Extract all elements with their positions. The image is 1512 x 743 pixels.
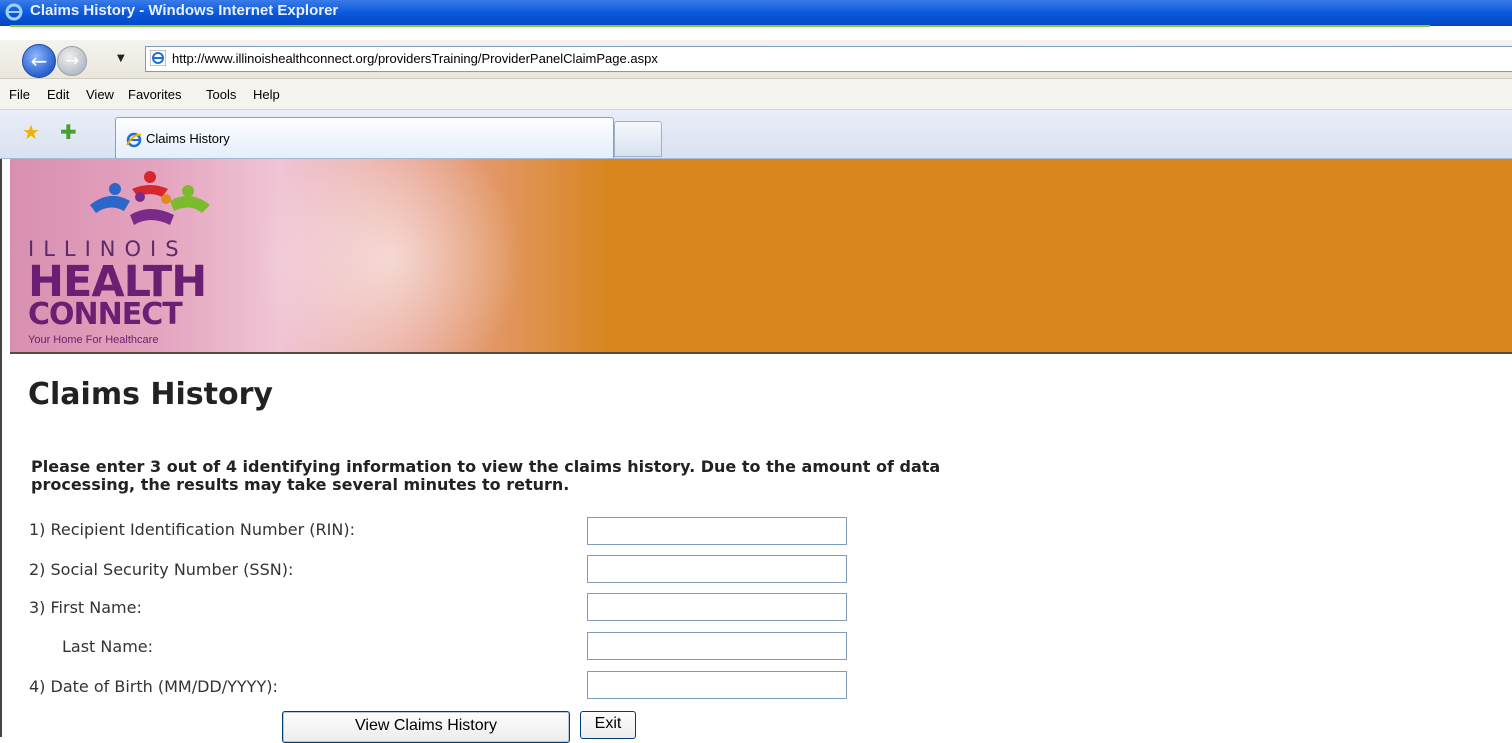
forward-arrow-icon: →	[64, 50, 80, 71]
page-title: Claims History	[28, 377, 273, 412]
ssn-input[interactable]	[587, 555, 847, 583]
navigation-bar: ← → ▼ http://www.illinoishealthconnect.o…	[0, 40, 1512, 79]
decorative-line	[10, 25, 1430, 27]
back-button[interactable]: ←	[22, 44, 56, 78]
menu-view[interactable]: View	[86, 87, 114, 102]
internet-explorer-icon	[4, 2, 24, 26]
menu-bar: File Edit View Favorites Tools Help	[0, 79, 1512, 110]
instructions-text: Please enter 3 out of 4 identifying info…	[31, 457, 941, 494]
rin-input[interactable]	[587, 517, 847, 545]
first-name-input[interactable]	[587, 593, 847, 621]
window-title: Claims History - Windows Internet Explor…	[30, 2, 339, 19]
last-name-label: Last Name:	[62, 637, 154, 656]
favorites-star-icon[interactable]: ★	[22, 122, 40, 142]
first-name-label: 3) First Name:	[29, 598, 142, 617]
address-bar[interactable]: http://www.illinoishealthconnect.org/pro…	[145, 46, 1512, 72]
menu-edit[interactable]: Edit	[47, 87, 69, 102]
forward-button[interactable]: →	[57, 46, 87, 76]
logo-connect-text: CONNECT	[28, 297, 183, 332]
page-ie-icon	[149, 49, 167, 70]
new-tab-button[interactable]	[614, 121, 662, 157]
illinois-health-connect-logo[interactable]: ILLINOIS HEALTH CONNECT Your Home For He…	[28, 167, 238, 347]
tab-label: Claims History	[146, 131, 230, 146]
menu-help[interactable]: Help	[253, 87, 280, 102]
back-arrow-icon: ←	[30, 49, 48, 73]
menu-tools[interactable]: Tools	[206, 87, 236, 102]
logo-people-icon	[90, 171, 210, 225]
rin-label: 1) Recipient Identification Number (RIN)…	[29, 520, 355, 539]
last-name-input[interactable]	[587, 632, 847, 660]
history-dropdown-icon[interactable]: ▼	[117, 53, 125, 64]
tab-bar: ★ ✚ Claims History	[0, 110, 1512, 159]
dob-input[interactable]	[587, 671, 847, 699]
logo-tagline: Your Home For Healthcare	[28, 334, 159, 346]
site-banner: ILLINOIS HEALTH CONNECT Your Home For He…	[10, 159, 1512, 354]
window-title-bar: Claims History - Windows Internet Explor…	[0, 0, 1512, 26]
menu-favorites[interactable]: Favorites	[128, 87, 181, 102]
tab-ie-icon	[125, 131, 143, 153]
add-favorites-icon[interactable]: ✚	[60, 122, 77, 142]
tab-claims-history[interactable]: Claims History	[115, 117, 614, 158]
address-url: http://www.illinoishealthconnect.org/pro…	[172, 51, 658, 66]
menu-file[interactable]: File	[9, 87, 30, 102]
exit-button[interactable]: Exit	[580, 711, 636, 739]
banner-glow	[260, 159, 520, 352]
dob-label: 4) Date of Birth (MM/DD/YYYY):	[29, 677, 278, 696]
view-claims-history-button[interactable]: View Claims History	[282, 711, 570, 743]
ssn-label: 2) Social Security Number (SSN):	[29, 560, 294, 579]
